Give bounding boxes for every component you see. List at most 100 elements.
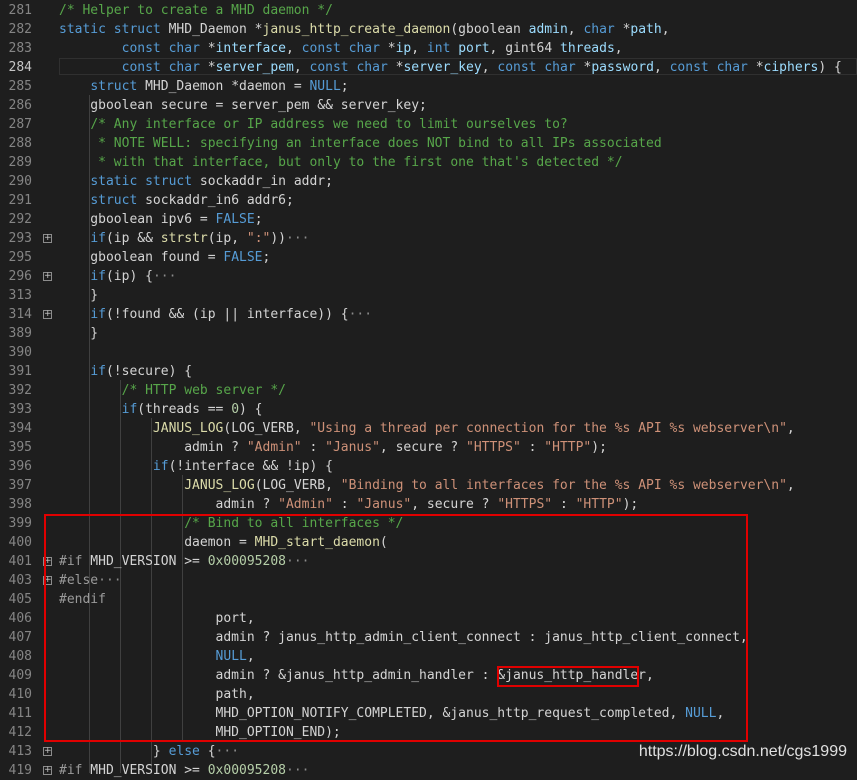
code-text[interactable]: /* Any interface or IP address we need t…	[59, 115, 568, 134]
code-line[interactable]: 292 gboolean ipv6 = FALSE;	[0, 210, 857, 229]
folded-ellipsis[interactable]: ···	[216, 744, 239, 759]
code-line[interactable]: 393 if(threads == 0) {	[0, 400, 857, 419]
code-line[interactable]: 281 /* Helper to create a MHD daemon */	[0, 1, 857, 20]
code-token: }	[59, 744, 169, 759]
code-text[interactable]: }	[59, 324, 98, 343]
code-text[interactable]: #if MHD_VERSION >= 0x00095208···	[59, 761, 309, 780]
code-token: char	[348, 41, 380, 56]
code-text[interactable]: admin ? "Admin" : "Janus", secure ? "HTT…	[59, 495, 639, 514]
code-line[interactable]: 389 }	[0, 324, 857, 343]
code-line[interactable]: 296 + if(ip) {···	[0, 267, 857, 286]
line-number: 408	[8, 649, 32, 664]
code-token: "HTTP"	[575, 497, 623, 512]
code-token: "HTTP"	[544, 440, 592, 455]
code-line[interactable]: 286 gboolean secure = server_pem && serv…	[0, 96, 857, 115]
code-line[interactable]: 392 /* HTTP web server */	[0, 381, 857, 400]
code-line[interactable]: 295 gboolean found = FALSE;	[0, 248, 857, 267]
code-token: /* Any interface or IP address we need t…	[90, 117, 568, 132]
code-text[interactable]: const char *interface, const char *ip, i…	[59, 39, 623, 58]
code-text[interactable]: * NOTE WELL: specifying an interface doe…	[59, 134, 662, 153]
code-text[interactable]: JANUS_LOG(LOG_VERB, "Binding to all inte…	[59, 476, 795, 495]
code-line[interactable]: 291 struct sockaddr_in6 addr6;	[0, 191, 857, 210]
code-text[interactable]: } else {···	[59, 742, 239, 761]
folded-ellipsis[interactable]: ···	[349, 307, 372, 322]
code-line[interactable]: 283 const char *interface, const char *i…	[0, 39, 857, 58]
code-text[interactable]: admin ? "Admin" : "Janus", secure ? "HTT…	[59, 438, 607, 457]
code-text[interactable]: }	[59, 286, 98, 305]
folded-ellipsis[interactable]: ···	[153, 269, 176, 284]
code-line[interactable]: 287 /* Any interface or IP address we ne…	[0, 115, 857, 134]
code-line[interactable]: 419 + #if MHD_VERSION >= 0x00095208···	[0, 761, 857, 780]
code-text[interactable]: /* Helper to create a MHD daemon */	[59, 1, 333, 20]
code-text[interactable]: * with that interface, but only to the f…	[59, 153, 622, 172]
code-line[interactable]: 293 + if(ip && strstr(ip, ":"))···	[0, 229, 857, 248]
code-token: "Using a thread per connection for the %…	[309, 421, 787, 436]
code-text[interactable]: struct sockaddr_in6 addr6;	[59, 191, 294, 210]
fold-expand-icon[interactable]: +	[43, 272, 52, 281]
code-token: const	[121, 41, 161, 56]
code-text[interactable]: gboolean ipv6 = FALSE;	[59, 210, 262, 229]
code-token: FALSE	[223, 250, 263, 265]
code-line[interactable]: 313 }	[0, 286, 857, 305]
code-line[interactable]: 314 + if(!found && (ip || interface)) {··…	[0, 305, 857, 324]
code-token: MHD_Daemon *	[160, 22, 263, 37]
code-line[interactable]: 390	[0, 343, 857, 362]
code-text[interactable]: const char *server_pem, const char *serv…	[59, 58, 842, 77]
code-token: char	[716, 60, 748, 75]
code-text[interactable]: JANUS_LOG(LOG_VERB, "Using a thread per …	[59, 419, 795, 438]
code-token: (ip &&	[105, 231, 161, 246]
code-line[interactable]: 290 static struct sockaddr_in addr;	[0, 172, 857, 191]
code-token: const	[669, 60, 709, 75]
fold-expand-icon[interactable]: +	[43, 234, 52, 243]
code-text[interactable]: static struct sockaddr_in addr;	[59, 172, 333, 191]
code-token: const	[497, 60, 537, 75]
code-text[interactable]: if(!secure) {	[59, 362, 192, 381]
code-token: "Binding to all interfaces for the %s AP…	[340, 478, 787, 493]
code-token: int	[426, 41, 451, 56]
line-number: 411	[8, 706, 32, 721]
code-token: if	[90, 269, 106, 284]
code-token: ;	[262, 250, 271, 265]
code-text[interactable]: gboolean secure = server_pem && server_k…	[59, 96, 427, 115]
code-text[interactable]: if(threads == 0) {	[59, 400, 263, 419]
code-token: :	[552, 497, 576, 512]
code-line[interactable]: 284 const char *server_pem, const char *…	[0, 58, 857, 77]
code-editor[interactable]: 281/* Helper to create a MHD daemon */28…	[0, 0, 857, 778]
code-text[interactable]: if(ip && strstr(ip, ":"))···	[59, 229, 309, 248]
fold-expand-icon[interactable]: +	[43, 766, 52, 775]
code-token: else	[168, 744, 200, 759]
code-text[interactable]: /* HTTP web server */	[59, 381, 286, 400]
code-text[interactable]: static struct MHD_Daemon *janus_http_cre…	[59, 20, 670, 39]
code-token: (gboolean	[450, 22, 529, 37]
code-line[interactable]: 394 JANUS_LOG(LOG_VERB, "Using a thread …	[0, 419, 857, 438]
code-line[interactable]: 397 JANUS_LOG(LOG_VERB, "Binding to all …	[0, 476, 857, 495]
code-line[interactable]: 282 static struct MHD_Daemon *janus_http_…	[0, 20, 857, 39]
code-line[interactable]: 395 admin ? "Admin" : "Janus", secure ? …	[0, 438, 857, 457]
code-line[interactable]: 285 struct MHD_Daemon *daemon = NULL;	[0, 77, 857, 96]
code-text[interactable]: struct MHD_Daemon *daemon = NULL;	[59, 77, 348, 96]
code-token: struct	[90, 193, 138, 208]
code-token: }	[59, 288, 99, 303]
folded-ellipsis[interactable]: ···	[286, 231, 309, 246]
folded-ellipsis[interactable]: ···	[286, 763, 309, 778]
code-line[interactable]: 289 * with that interface, but only to t…	[0, 153, 857, 172]
code-text[interactable]: if(!interface && !ip) {	[59, 457, 333, 476]
code-line[interactable]: 391 if(!secure) {	[0, 362, 857, 381]
code-text[interactable]: if(ip) {···	[59, 267, 176, 286]
code-line[interactable]: 398 admin ? "Admin" : "Janus", secure ? …	[0, 495, 857, 514]
code-line[interactable]: 288 * NOTE WELL: specifying an interface…	[0, 134, 857, 153]
fold-expand-icon[interactable]: +	[43, 310, 52, 319]
code-text[interactable]: gboolean found = FALSE;	[59, 248, 270, 267]
code-text[interactable]: if(!found && (ip || interface)) {···	[59, 305, 372, 324]
code-token: MHD_VERSION >=	[82, 763, 208, 778]
code-line[interactable]: 396 if(!interface && !ip) {	[0, 457, 857, 476]
code-token: *	[379, 41, 396, 56]
fold-expand-icon[interactable]: +	[43, 747, 52, 756]
code-token: "HTTPS"	[497, 497, 553, 512]
